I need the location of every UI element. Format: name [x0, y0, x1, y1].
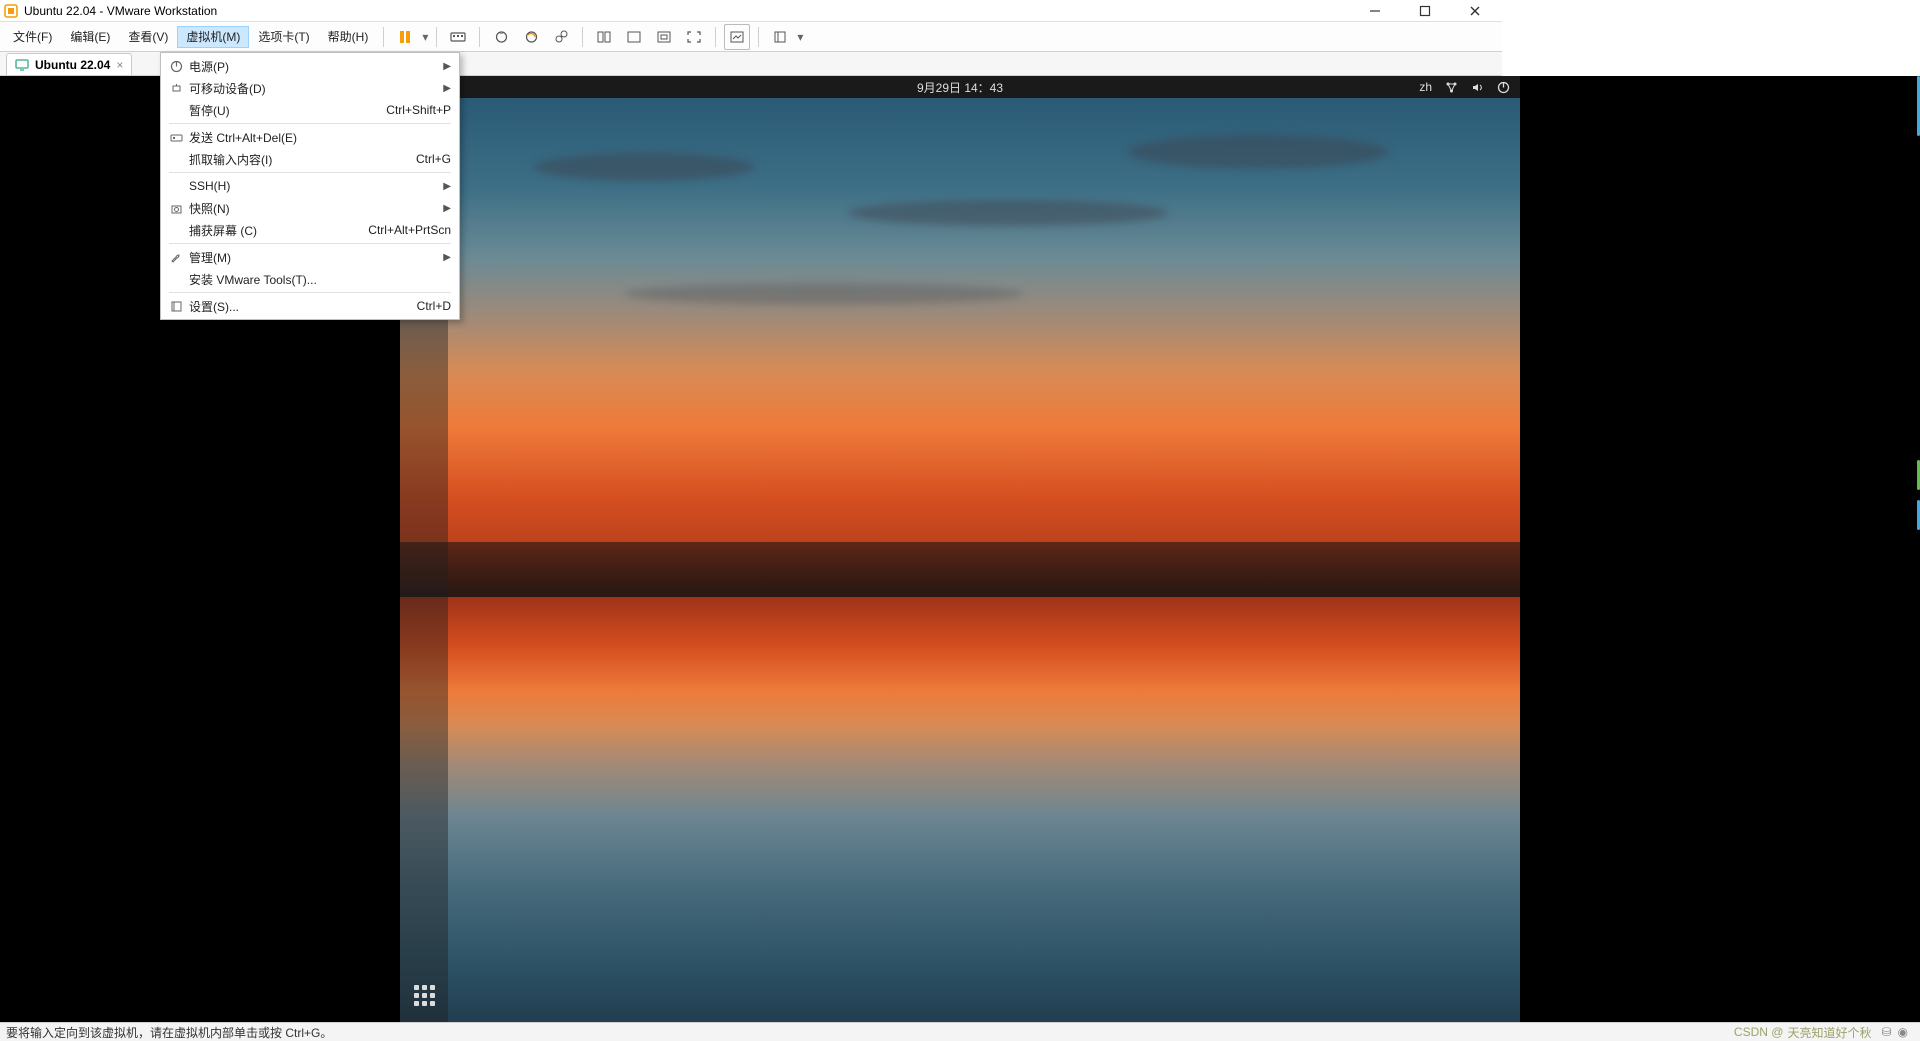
send-icon	[165, 131, 187, 144]
vm-menu-dropdown: 电源(P)▶可移动设备(D)▶暂停(U)Ctrl+Shift+P发送 Ctrl+…	[160, 52, 460, 320]
menu-vm[interactable]: 虚拟机(M)	[177, 26, 249, 48]
titlebar: Ubuntu 22.04 - VMware Workstation	[0, 0, 1502, 22]
ubuntu-clock[interactable]: 9月29日 14：43	[917, 79, 1003, 96]
menu-item[interactable]: 抓取输入内容(I)Ctrl+G	[161, 148, 459, 170]
menu-separator	[169, 123, 451, 124]
guest-display[interactable]: 9月29日 14：43 zh ?	[400, 76, 1520, 1022]
menu-help[interactable]: 帮助(H)	[319, 26, 378, 48]
watermark-prefix: CSDN @	[1734, 1025, 1784, 1039]
snapshot-icon	[165, 202, 187, 215]
menu-item[interactable]: 发送 Ctrl+Alt+Del(E)	[161, 126, 459, 148]
menu-item[interactable]: 暂停(U)Ctrl+Shift+P	[161, 99, 459, 121]
wrench-icon	[165, 251, 187, 264]
volume-icon[interactable]	[1470, 80, 1484, 94]
menu-item-label: 电源(P)	[187, 58, 443, 75]
menu-separator	[169, 172, 451, 173]
separator	[479, 27, 480, 47]
power-icon	[165, 60, 187, 73]
separator	[715, 27, 716, 47]
menu-item[interactable]: SSH(H)▶	[161, 175, 459, 197]
status-tray: ⛁ ◉	[1881, 1025, 1914, 1039]
menu-edit[interactable]: 编辑(E)	[61, 26, 119, 48]
submenu-arrow-icon: ▶	[443, 83, 451, 94]
menu-item-label: 发送 Ctrl+Alt+Del(E)	[187, 129, 451, 146]
preferences-button[interactable]	[767, 24, 793, 50]
status-text: 要将输入定向到该虚拟机，请在虚拟机内部单击或按 Ctrl+G。	[6, 1024, 332, 1041]
pause-button[interactable]	[392, 24, 418, 50]
menu-separator	[169, 292, 451, 293]
menu-item[interactable]: 设置(S)...Ctrl+D	[161, 295, 459, 317]
menu-item[interactable]: 安装 VMware Tools(T)...	[161, 268, 459, 290]
menu-shortcut: Ctrl+D	[417, 299, 451, 313]
submenu-arrow-icon: ▶	[443, 203, 451, 214]
menu-item-label: 抓取输入内容(I)	[187, 151, 416, 168]
tab-label: Ubuntu 22.04	[35, 58, 110, 72]
menu-file[interactable]: 文件(F)	[4, 26, 61, 48]
cd-icon: ◉	[1898, 1025, 1908, 1039]
vm-tab[interactable]: Ubuntu 22.04 ×	[6, 53, 132, 75]
usb-icon	[165, 82, 187, 95]
menu-item[interactable]: 快照(N)▶	[161, 197, 459, 219]
menu-tabs[interactable]: 选项卡(T)	[249, 26, 318, 48]
separator	[436, 27, 437, 47]
view-fit-button[interactable]	[651, 24, 677, 50]
menu-item-label: 暂停(U)	[187, 102, 386, 119]
preferences-dropdown-arrow[interactable]: ▾	[795, 30, 805, 44]
separator	[582, 27, 583, 47]
minimize-button[interactable]	[1362, 0, 1388, 22]
ubuntu-topbar: 9月29日 14：43 zh	[400, 76, 1520, 98]
menu-item-label: 捕获屏幕 (C)	[187, 222, 368, 239]
menu-item-label: 设置(S)...	[187, 298, 417, 315]
power-dropdown-arrow[interactable]: ▾	[420, 30, 430, 44]
menubar: 文件(F)编辑(E)查看(V)虚拟机(M)选项卡(T)帮助(H) ▾ ▾	[0, 22, 1502, 52]
separator	[758, 27, 759, 47]
ubuntu-input-indicator[interactable]: zh	[1419, 80, 1432, 94]
tab-close-icon[interactable]: ×	[116, 58, 123, 72]
monitor-icon	[15, 58, 29, 72]
statusbar: 要将输入定向到该虚拟机，请在虚拟机内部单击或按 Ctrl+G。 CSDN @ 天…	[0, 1022, 1920, 1041]
menu-shortcut: Ctrl+G	[416, 152, 451, 166]
menu-item-label: 管理(M)	[187, 249, 443, 266]
send-cad-button[interactable]	[445, 24, 471, 50]
disk-icon: ⛁	[1881, 1025, 1891, 1039]
snapshot-revert-button[interactable]	[518, 24, 544, 50]
window-title: Ubuntu 22.04 - VMware Workstation	[24, 4, 217, 18]
menu-item-label: 安装 VMware Tools(T)...	[187, 271, 451, 288]
menu-item-label: 可移动设备(D)	[187, 80, 443, 97]
close-button[interactable]	[1462, 0, 1488, 22]
submenu-arrow-icon: ▶	[443, 181, 451, 192]
menu-item-label: 快照(N)	[187, 200, 443, 217]
show-applications-button[interactable]	[407, 978, 441, 1012]
separator	[383, 27, 384, 47]
menu-separator	[169, 243, 451, 244]
maximize-button[interactable]	[1412, 0, 1438, 22]
watermark-name: 天亮知道好个秋	[1787, 1024, 1871, 1041]
network-icon[interactable]	[1444, 80, 1458, 94]
view-single-button[interactable]	[591, 24, 617, 50]
settings-icon	[165, 300, 187, 313]
menu-item[interactable]: 电源(P)▶	[161, 55, 459, 77]
menu-item[interactable]: 捕获屏幕 (C)Ctrl+Alt+PrtScn	[161, 219, 459, 241]
menu-shortcut: Ctrl+Shift+P	[386, 103, 451, 117]
view-fullscreen-button[interactable]	[681, 24, 707, 50]
power-icon[interactable]	[1496, 80, 1510, 94]
menu-item[interactable]: 管理(M)▶	[161, 246, 459, 268]
menu-view[interactable]: 查看(V)	[119, 26, 177, 48]
submenu-arrow-icon: ▶	[443, 252, 451, 263]
ubuntu-wallpaper	[400, 98, 1520, 1022]
vmware-app-icon	[4, 4, 18, 18]
snapshot-manager-button[interactable]	[548, 24, 574, 50]
view-console-button[interactable]	[621, 24, 647, 50]
unity-button[interactable]	[724, 24, 750, 50]
menu-item-label: SSH(H)	[187, 179, 443, 193]
menu-item[interactable]: 可移动设备(D)▶	[161, 77, 459, 99]
menu-shortcut: Ctrl+Alt+PrtScn	[368, 223, 451, 237]
submenu-arrow-icon: ▶	[443, 61, 451, 72]
snapshot-take-button[interactable]	[488, 24, 514, 50]
